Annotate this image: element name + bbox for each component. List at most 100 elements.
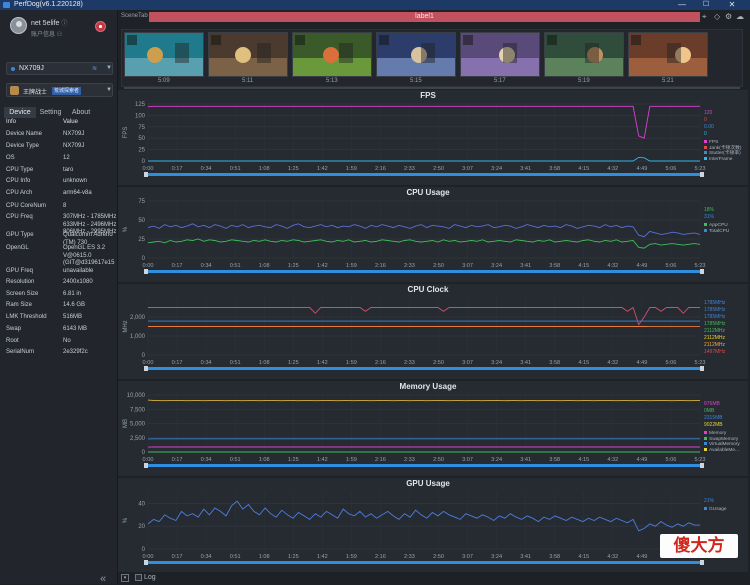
current-value: 0MB [704,408,723,415]
chart-memory-usage: 02,5005,0007,50010,000MB0:000:170:340:51… [118,381,748,476]
perfdog-logo-icon [3,2,10,8]
current-values: 876MB0MB2315MB9022MB [704,401,723,429]
timeline-thumbnail[interactable] [124,32,204,77]
cloud-icon[interactable]: ☁ [736,12,744,21]
timeline-thumbnail[interactable] [460,32,540,77]
close-button[interactable]: ✕ [722,0,742,10]
app-select[interactable]: 王牌战士 荒城探索者 ▼ [6,83,113,97]
timeline-thumbnail[interactable] [292,32,372,77]
info-key: Device Type [6,143,39,149]
tab-setting[interactable]: Setting [36,107,65,118]
x-tick-label: 3:07 [462,360,473,366]
chart-cpu-clock: 01,0002,000MHz0:000:170:340:511:081:251:… [118,284,748,379]
range-slider[interactable] [146,270,702,273]
legend-item[interactable]: TotalCPU [704,229,729,235]
legend-item[interactable]: GUsage [704,507,727,513]
account-info-link[interactable]: 账户信息 ⚇ [31,29,62,38]
x-tick-label: 3:07 [462,457,473,463]
x-tick-label: 0:34 [201,457,212,463]
record-button[interactable] [95,21,106,32]
current-value: 1497MHz [704,349,725,356]
timeline-scrollbar[interactable] [124,87,740,89]
range-slider[interactable] [146,367,702,370]
x-tick-label: 2:50 [433,457,444,463]
tab-device[interactable]: Device [4,107,36,118]
collapse-sidebar-icon[interactable]: « [100,573,106,585]
y-tick-label: 40 [138,501,145,507]
x-tick-label: 0:00 [143,360,154,366]
x-tick-label: 3:41 [520,263,531,269]
chart-legend: GUsage [704,507,727,513]
info-value: 8 [63,203,118,211]
timeline-thumbnail[interactable] [208,32,288,77]
minimize-button[interactable]: — [672,0,692,10]
range-handle-left[interactable] [144,172,148,177]
thumbnail-time: 5:15 [410,78,422,84]
log-label: Log [144,574,156,581]
x-tick-label: 4:32 [607,360,618,366]
app-tag-badge: 荒城探索者 [52,87,81,95]
avatar[interactable] [10,17,27,34]
info-key: GPU Type [6,232,34,238]
range-handle-right[interactable] [700,172,704,177]
info-icon[interactable]: ⓘ [61,21,67,27]
x-tick-label: 2:33 [404,360,415,366]
y-axis-label: % [123,226,129,232]
info-value: unknown [63,178,118,186]
chart-svg: 02,5005,0007,50010,000MB0:000:170:340:51… [118,381,748,476]
x-tick-label: 4:32 [607,554,618,560]
range-handle-left[interactable] [144,269,148,274]
expand-icon[interactable]: ▾ [121,574,129,582]
range-handle-right[interactable] [700,269,704,274]
range-slider[interactable] [146,464,702,467]
scene-label-bar[interactable]: label1 [149,12,700,22]
x-tick-label: 4:15 [578,360,589,366]
legend-label: GUsage [709,507,727,512]
legend-item[interactable]: AvailableMe... [704,448,740,454]
range-handle-right[interactable] [700,560,704,565]
device-select[interactable]: NX709J ≋ ▼ [6,62,113,75]
timeline-thumbnail[interactable] [376,32,456,77]
range-handle-left[interactable] [144,366,148,371]
y-tick-label: 50 [138,136,145,142]
chart-svg: 02040%0:000:170:340:511:081:251:421:592:… [118,478,748,573]
maximize-button[interactable]: ☐ [696,0,716,10]
x-tick-label: 0:34 [201,554,212,560]
info-key: SerialNum [6,349,34,355]
x-tick-label: 0:34 [201,263,212,269]
thumbnail-time: 5:17 [494,78,506,84]
x-tick-label: 1:42 [317,360,328,366]
y-tick-label: 50 [138,218,145,224]
x-tick-label: 1:42 [317,263,328,269]
x-tick-label: 4:49 [636,263,647,269]
log-checkbox[interactable] [135,574,142,581]
info-value: 12 [63,155,118,163]
people-icon: ⚇ [57,32,62,38]
legend-item[interactable]: InterFrame [704,157,742,163]
x-tick-label: 5:06 [666,166,677,172]
range-handle-right[interactable] [700,366,704,371]
range-handle-left[interactable] [144,463,148,468]
tab-about[interactable]: About [67,107,95,118]
current-value: 2315MB [704,415,723,422]
x-tick-label: 1:08 [259,263,270,269]
timeline-thumbnail[interactable] [628,32,708,77]
legend-swatch [704,157,707,160]
y-tick-label: 10,000 [127,393,146,399]
x-tick-label: 2:33 [404,554,415,560]
range-handle-left[interactable] [144,560,148,565]
location-icon[interactable]: ⌖ [702,12,707,22]
screenshot-timeline[interactable]: 5:095:115:135:155:175:195:21 [121,29,743,87]
timeline-thumbnail[interactable] [544,32,624,77]
range-handle-right[interactable] [700,463,704,468]
x-tick-label: 1:59 [346,360,357,366]
info-key: LMK Threshold [6,314,47,320]
x-tick-label: 5:23 [695,360,706,366]
chart-fps: 0255075100125FPS0:000:170:340:511:081:25… [118,90,748,185]
x-tick-label: 1:59 [346,554,357,560]
range-slider[interactable] [146,173,702,176]
chart-gpu-usage: 02040%0:000:170:340:511:081:251:421:592:… [118,478,748,573]
range-slider[interactable] [146,561,702,564]
settings-icon[interactable]: ⚙ [725,12,732,21]
marker-icon[interactable]: ◇ [714,12,720,21]
